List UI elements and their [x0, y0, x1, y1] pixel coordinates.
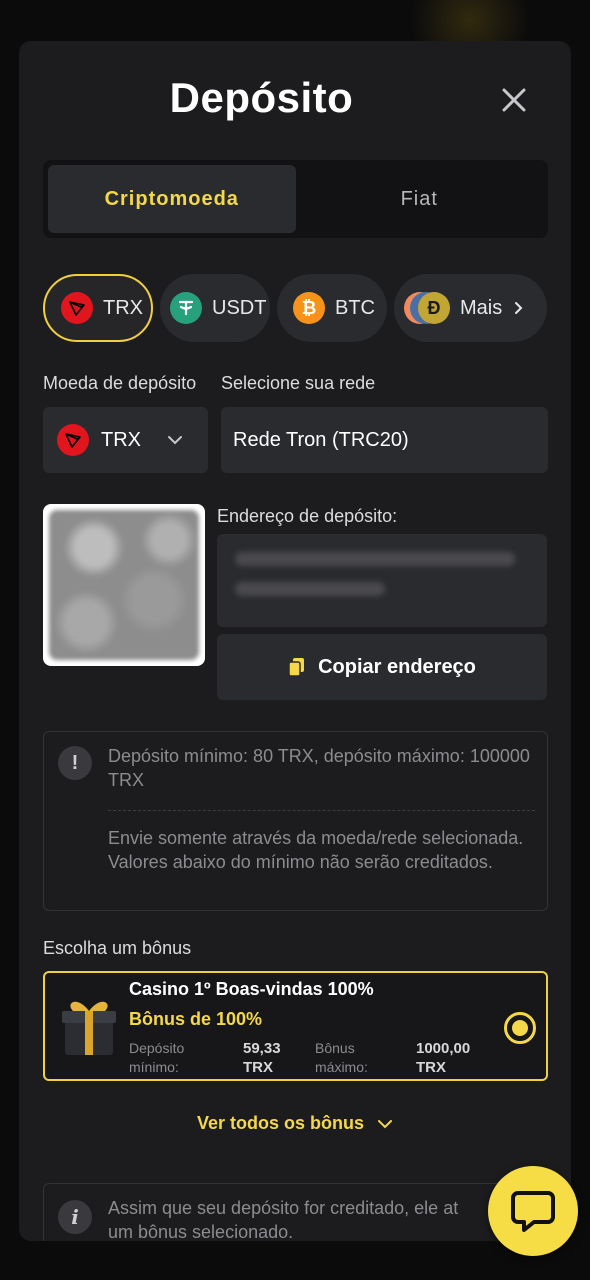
network-label: Selecione sua rede — [221, 373, 376, 393]
deposit-type-tabs: Criptomoeda Fiat — [43, 160, 548, 238]
close-icon — [502, 88, 526, 112]
bonus-card[interactable]: Casino 1º Boas-vindas 100% Bônus de 100%… — [43, 971, 548, 1081]
min-deposit-value: 59,33 TRX — [243, 1040, 281, 1076]
coin-chip-label: TRX — [103, 296, 143, 319]
blurred-address — [235, 582, 385, 596]
currency-label: Moeda de depósito — [43, 373, 197, 393]
min-deposit-label: Depósito mínimo: — [129, 1040, 185, 1075]
currency-select-value: TRX — [101, 428, 141, 451]
chevron-down-icon — [377, 1114, 393, 1135]
bonus-subtitle: Bônus de 100% — [129, 1009, 263, 1029]
see-all-bonuses-link[interactable]: Ver todos os bônus — [19, 1113, 571, 1135]
coin-chip-label: BTC — [335, 296, 375, 319]
blurred-address — [235, 552, 515, 566]
coin-chip-label: Mais — [460, 296, 503, 319]
chat-bubble-icon — [511, 1191, 555, 1232]
coin-chip-usdt[interactable]: USDT — [160, 274, 270, 342]
bonus-credit-text-line2: um bônus selecionado. — [108, 1222, 294, 1241]
qr-code-image — [49, 510, 199, 660]
coin-chip-more[interactable]: Ð Mais — [394, 274, 547, 342]
bonus-radio[interactable] — [504, 1012, 536, 1044]
coin-chip-label: USDT — [212, 296, 267, 319]
deposit-qr-code — [43, 504, 205, 666]
coin-chip-trx[interactable]: TRX — [43, 274, 153, 342]
more-coins-icon: Ð — [404, 291, 450, 325]
exclamation-icon: ! — [58, 746, 92, 780]
deposit-limits-text: Depósito mínimo: 80 TRX, depósito máximo… — [108, 746, 530, 790]
btc-icon: ₿ — [293, 292, 325, 324]
divider — [108, 810, 535, 811]
max-bonus-label: Bônus máximo: — [315, 1040, 368, 1075]
trx-icon — [61, 292, 93, 324]
modal-title: Depósito — [169, 74, 354, 121]
network-select-value: Rede Tron (TRC20) — [233, 428, 409, 451]
tab-fiat[interactable]: Fiat — [296, 165, 544, 233]
radio-selected-dot — [512, 1020, 528, 1036]
usdt-icon — [170, 292, 202, 324]
coin-chip-btc[interactable]: ₿ BTC — [277, 274, 387, 342]
bonus-credit-notice: i Assim que seu depósito for creditado, … — [43, 1183, 548, 1241]
network-select[interactable]: Rede Tron (TRC20) — [221, 407, 548, 473]
trx-icon — [57, 424, 89, 456]
close-button[interactable] — [497, 83, 531, 117]
live-chat-button[interactable] — [488, 1166, 578, 1256]
copy-icon — [288, 657, 306, 677]
deposit-notice: ! Depósito mínimo: 80 TRX, depósito máxi… — [43, 731, 548, 911]
bonus-credit-text-line1: Assim que seu depósito for creditado, el… — [108, 1198, 459, 1218]
see-all-label: Ver todos os bônus — [196, 1113, 364, 1133]
address-label: Endereço de depósito: — [217, 506, 398, 526]
max-bonus-value: 1000,00 TRX — [416, 1040, 471, 1076]
deposit-modal: Depósito Criptomoeda Fiat TRX USDT ₿ BTC… — [19, 41, 571, 1241]
copy-address-button[interactable]: Copiar endereço — [217, 634, 547, 700]
copy-address-label: Copiar endereço — [318, 655, 476, 678]
bonus-title: Casino 1º Boas-vindas 100% — [129, 979, 374, 999]
bonus-section-label: Escolha um bônus — [43, 938, 192, 958]
deposit-warning-text: Envie somente através da moeda/rede sele… — [108, 828, 524, 872]
chevron-down-icon — [167, 432, 183, 448]
currency-select[interactable]: TRX — [43, 407, 208, 473]
gift-box-icon — [59, 991, 119, 1057]
deposit-address-field[interactable] — [217, 534, 547, 627]
tab-criptomoeda[interactable]: Criptomoeda — [48, 165, 296, 233]
info-icon: i — [58, 1200, 92, 1234]
chevron-right-icon — [512, 301, 526, 315]
